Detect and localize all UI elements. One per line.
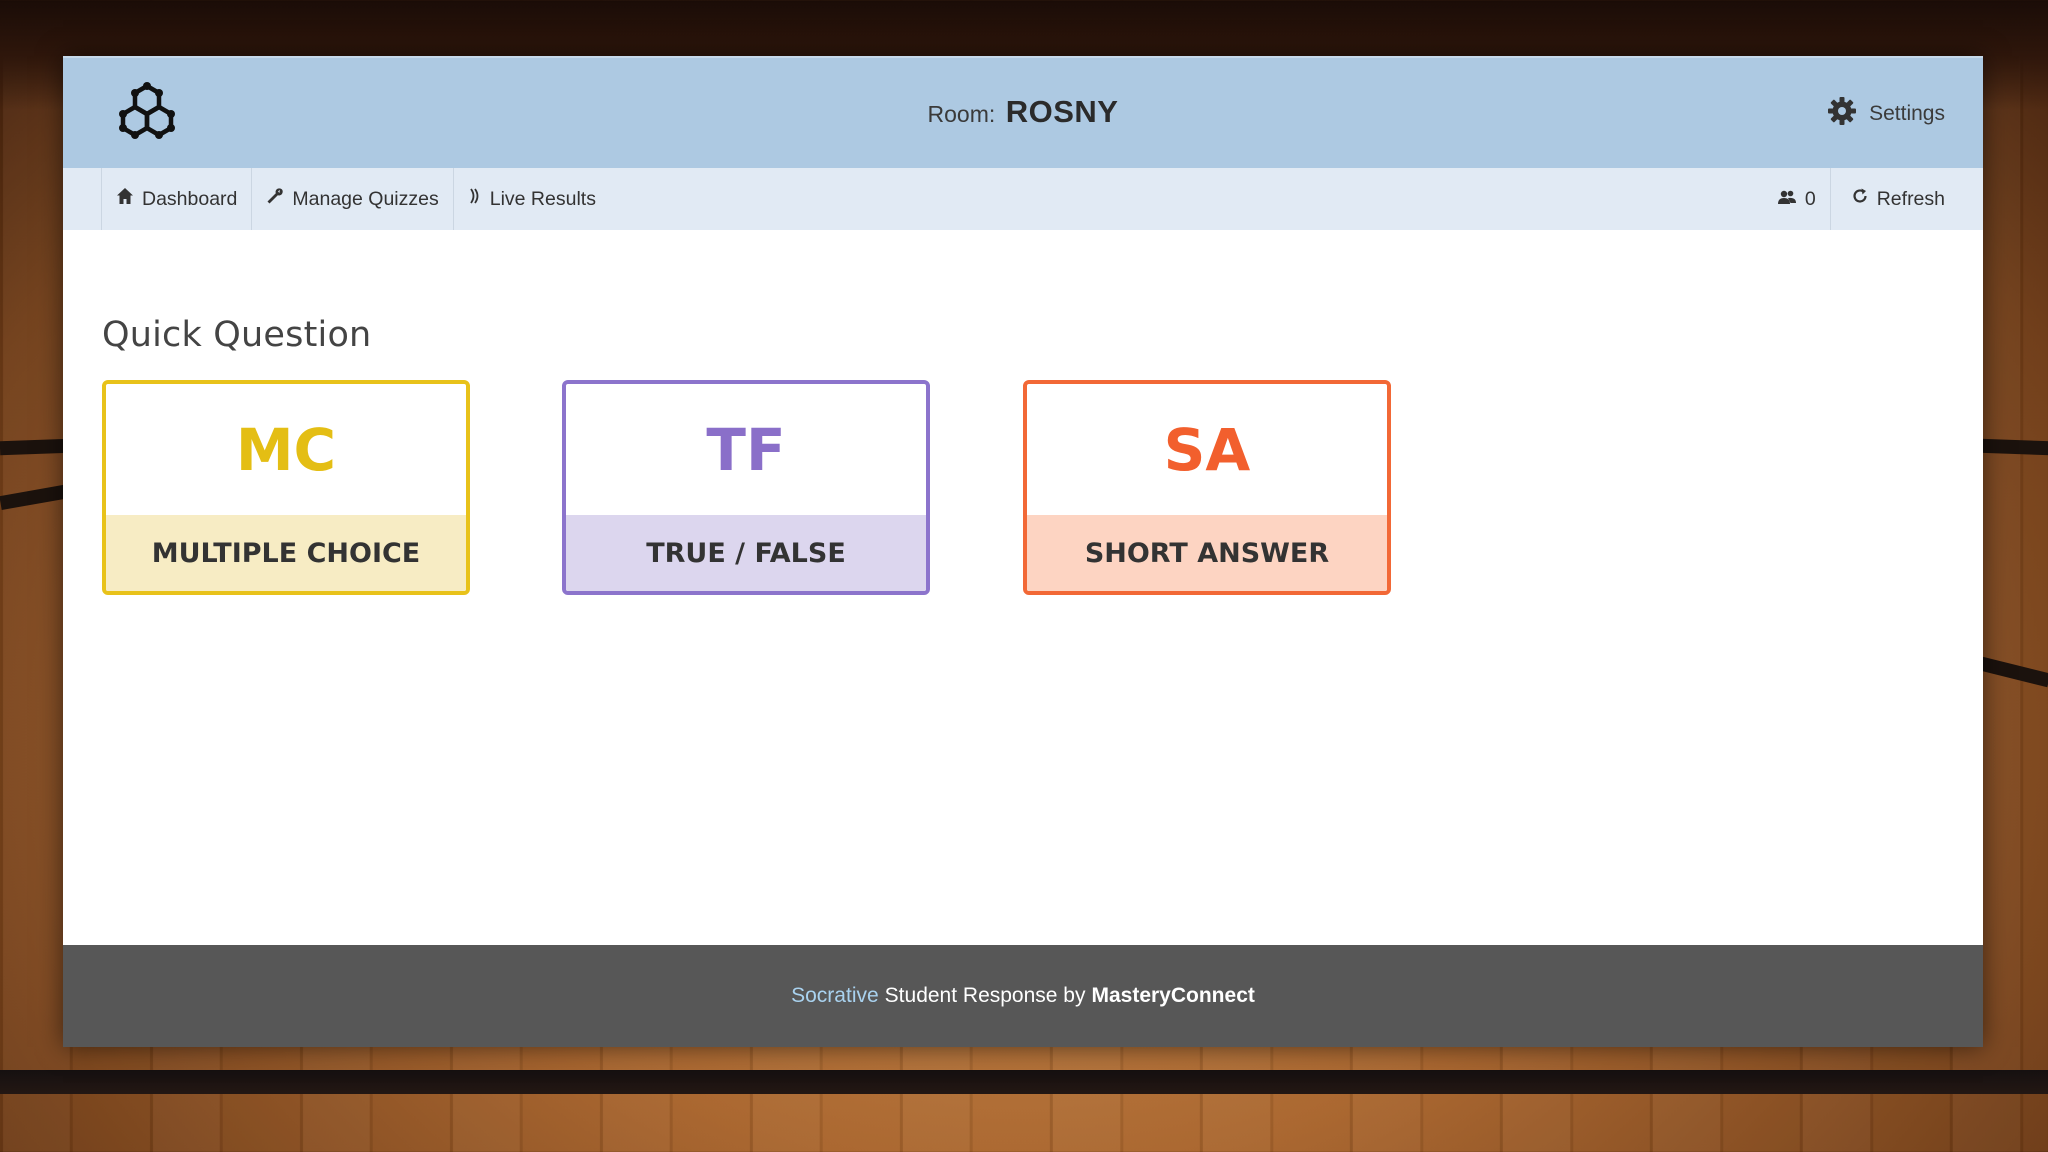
refresh-icon [1851, 187, 1869, 211]
floor-court-line [0, 484, 71, 510]
floor-court-line [0, 1070, 2048, 1094]
footer: Socrative Student Response by MasteryCon… [63, 945, 1983, 1047]
footer-company-link[interactable]: MasteryConnect [1091, 984, 1254, 1008]
short-answer-card[interactable]: SA SHORT ANSWER [1023, 380, 1391, 595]
home-icon [116, 187, 134, 211]
gear-icon [1827, 96, 1857, 131]
student-count-value: 0 [1804, 187, 1816, 210]
room-indicator: Room: ROSNY [63, 94, 1983, 130]
nav-live-results[interactable]: Live Results [452, 168, 610, 230]
card-abbreviation: SA [1163, 415, 1251, 484]
nav-manage-quizzes[interactable]: Manage Quizzes [251, 168, 452, 230]
settings-label: Settings [1869, 101, 1945, 125]
users-icon [1777, 188, 1797, 211]
card-label: TRUE / FALSE [566, 515, 926, 591]
refresh-button[interactable]: Refresh [1851, 187, 1945, 211]
nav-manage-quizzes-label: Manage Quizzes [292, 187, 439, 210]
footer-text: Student Response by [884, 984, 1086, 1007]
refresh-label: Refresh [1876, 187, 1945, 210]
app-window: Room: ROSNY Settings Dashboard Manage Qu… [63, 56, 1983, 1047]
floor-court-line [1979, 438, 2048, 456]
section-title: Quick Question [102, 315, 372, 355]
multiple-choice-card[interactable]: MC MULTIPLE CHOICE [102, 380, 470, 595]
student-count: 0 [1777, 168, 1831, 230]
nav-live-results-label: Live Results [489, 187, 596, 210]
settings-button[interactable]: Settings [1827, 96, 1945, 131]
wrench-icon [266, 187, 284, 211]
nav-right-tools: 0 Refresh [1777, 168, 1945, 230]
nav-dashboard-label: Dashboard [142, 187, 238, 210]
card-abbreviation: TF [706, 415, 786, 484]
top-header: Room: ROSNY Settings [63, 56, 1983, 168]
nav-dashboard[interactable]: Dashboard [101, 168, 251, 230]
true-false-card[interactable]: TF TRUE / FALSE [562, 380, 930, 595]
live-results-icon [468, 186, 482, 212]
main-content: Quick Question MC MULTIPLE CHOICE TF TRU… [63, 230, 1983, 945]
floor-court-line [0, 438, 71, 456]
floor-court-line [1979, 656, 2048, 688]
card-label: SHORT ANSWER [1027, 515, 1387, 591]
sub-navigation: Dashboard Manage Quizzes Live Results 0 [63, 168, 1983, 230]
card-abbreviation: MC [235, 415, 337, 484]
room-name: ROSNY [1005, 94, 1119, 129]
room-label: Room: [927, 101, 996, 127]
card-label: MULTIPLE CHOICE [106, 515, 466, 591]
footer-brand-link[interactable]: Socrative [791, 984, 879, 1008]
